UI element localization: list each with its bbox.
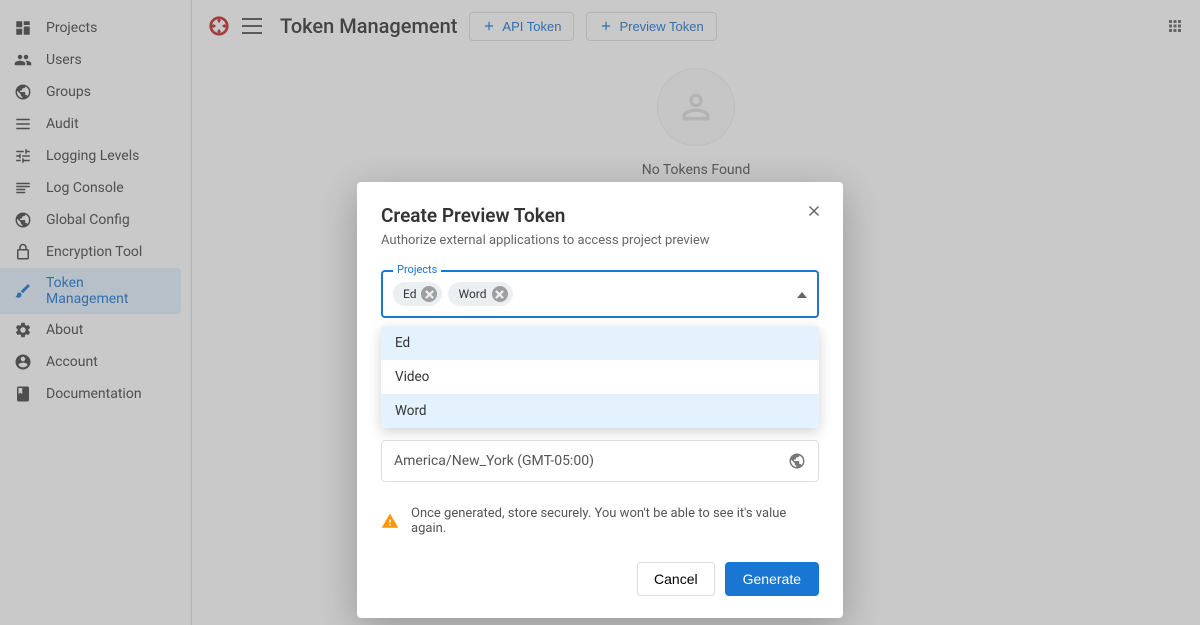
- cancel-button[interactable]: Cancel: [637, 562, 715, 596]
- dialog-subtitle: Authorize external applications to acces…: [381, 233, 819, 248]
- dropdown-toggle[interactable]: [797, 286, 807, 302]
- generate-button[interactable]: Generate: [725, 562, 819, 596]
- dropdown-option-video[interactable]: Video: [381, 360, 819, 394]
- close-icon: [495, 290, 504, 299]
- chip-label: Word: [458, 287, 486, 301]
- close-icon: [805, 202, 823, 220]
- timezone-field[interactable]: America/New_York (GMT-05:00): [381, 440, 819, 482]
- close-button[interactable]: [805, 202, 823, 224]
- projects-dropdown: Ed Video Word: [381, 326, 819, 428]
- globe-icon: [788, 452, 806, 470]
- dialog-actions: Cancel Generate: [381, 562, 819, 596]
- modal-overlay[interactable]: Create Preview Token Authorize external …: [0, 0, 1200, 625]
- dialog-title: Create Preview Token: [381, 204, 819, 227]
- dropdown-option-word[interactable]: Word: [381, 394, 819, 428]
- chip-word: Word: [448, 282, 512, 306]
- warning-text: Once generated, store securely. You won'…: [411, 506, 819, 536]
- create-preview-token-dialog: Create Preview Token Authorize external …: [357, 182, 843, 618]
- chip-remove-button[interactable]: [492, 286, 508, 302]
- dropdown-option-ed[interactable]: Ed: [381, 326, 819, 360]
- close-icon: [425, 290, 434, 299]
- chip-remove-button[interactable]: [421, 286, 437, 302]
- chip-label: Ed: [403, 287, 416, 301]
- timezone-value: America/New_York (GMT-05:00): [394, 453, 594, 469]
- warning-row: Once generated, store securely. You won'…: [381, 506, 819, 536]
- chevron-up-icon: [797, 292, 807, 298]
- projects-label: Projects: [393, 263, 441, 276]
- projects-field[interactable]: Projects Ed Word: [381, 270, 819, 318]
- warning-icon: [381, 512, 399, 530]
- chip-ed: Ed: [393, 282, 442, 306]
